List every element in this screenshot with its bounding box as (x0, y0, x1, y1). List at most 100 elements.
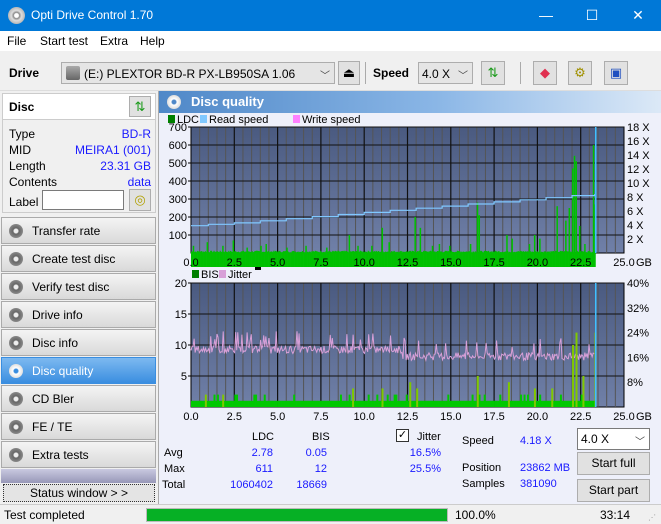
bis-bar (291, 400, 294, 407)
bis-bar (376, 394, 379, 407)
bis-bar (213, 394, 216, 407)
bis-bar (386, 394, 389, 407)
test-speed-select[interactable]: 4.0 X ﹀ (577, 428, 650, 450)
disc-label-button[interactable]: ◎ (129, 189, 151, 211)
bis-bar (267, 400, 270, 407)
bis-bar (215, 400, 218, 407)
bis-bar (277, 400, 280, 407)
bis-bar (262, 400, 265, 407)
bis-bar (561, 400, 564, 407)
nav-extra-tests[interactable]: Extra tests (1, 441, 156, 468)
bis-bar (558, 400, 561, 407)
x-tick-label: 2.5 (227, 411, 242, 423)
bis-bar (199, 400, 202, 407)
eraser-icon: ◆ (540, 65, 550, 80)
nav-drive-info[interactable]: Drive info (1, 301, 156, 328)
status-window-button[interactable]: Status window > > (3, 484, 155, 502)
stats-max-label: Max (164, 463, 185, 475)
bis-spike (352, 388, 355, 407)
y-tick-label: 200 (169, 212, 187, 224)
save-button[interactable]: ▣ (604, 61, 628, 85)
erase-button[interactable]: ◆ (533, 61, 557, 85)
start-full-button[interactable]: Start full (577, 452, 650, 475)
bis-bar (294, 400, 297, 407)
bis-bar (365, 400, 368, 407)
y-right-tick-label: 32% (627, 303, 649, 315)
bis-bar (544, 400, 547, 407)
nav-fe-te[interactable]: FE / TE (1, 413, 156, 440)
ldc-spike (572, 168, 574, 253)
position-label: Position (462, 462, 502, 474)
bis-bar (350, 400, 353, 407)
bis-bar (532, 400, 535, 407)
bis-bar (194, 400, 197, 407)
disc-label-input[interactable] (42, 190, 124, 210)
bis-bar (419, 400, 422, 407)
drive-select[interactable]: (E:) PLEXTOR BD-R PX-LB950SA 1.06 ﹀ (61, 62, 335, 84)
bis-bar (210, 400, 213, 407)
progress-bar (146, 508, 448, 522)
progress-text: 100.0% (455, 508, 496, 522)
bis-bar (305, 400, 308, 407)
y-tick-label: 100 (169, 230, 187, 242)
x-tick-label: 17.5 (483, 257, 504, 269)
bis-bar (542, 400, 545, 407)
bis-bar (497, 400, 500, 407)
start-part-button[interactable]: Start part (577, 479, 650, 502)
nav-disc-info[interactable]: Disc info (1, 329, 156, 356)
chevron-down-icon: ﹀ (635, 437, 645, 448)
bis-bar (197, 400, 200, 407)
status-bar: Test completed 100.0% 33:14 ⋰ (0, 504, 661, 524)
nav-create-test-disc[interactable]: Create test disc (1, 245, 156, 272)
bis-bar (549, 400, 552, 407)
menu-help[interactable]: Help (140, 34, 165, 48)
menu-file[interactable]: File (7, 34, 26, 48)
speed-select[interactable]: 4.0 X ﹀ (418, 62, 473, 84)
menu-start-test[interactable]: Start test (40, 34, 88, 48)
bis-bar (480, 400, 483, 407)
resize-grip-icon[interactable]: ⋰ (648, 513, 656, 522)
bis-bar (201, 400, 204, 407)
menu-extra[interactable]: Extra (100, 34, 128, 48)
bis-bar (481, 400, 484, 407)
ldc-spike (419, 227, 422, 253)
jitter-checkbox[interactable]: ✓ (396, 429, 409, 442)
stats-max-ldc: 611 (255, 463, 273, 475)
chevron-down-icon: ﹀ (320, 71, 330, 82)
nav-transfer-rate[interactable]: Transfer rate (1, 217, 156, 244)
close-button[interactable]: ✕ (615, 0, 661, 31)
disc-refresh-button[interactable]: ⇅ (129, 96, 151, 117)
test-speed-value: 4.0 X (581, 432, 610, 446)
maximize-button[interactable]: ☐ (569, 0, 615, 31)
nav-cd-bler[interactable]: CD Bler (1, 385, 156, 412)
bis-bar (196, 400, 199, 407)
bis-bar (516, 400, 519, 407)
bis-bar (431, 400, 434, 407)
nav-disc-quality[interactable]: Disc quality (1, 357, 156, 384)
refresh-arrows-icon: ⇅ (487, 65, 499, 80)
ldc-spike (469, 244, 472, 253)
eject-button[interactable]: ⏏ (338, 61, 360, 85)
bis-bar (367, 394, 370, 407)
bis-bar (570, 400, 573, 407)
bis-bar (405, 394, 408, 407)
y-right-tick-label: 24% (627, 328, 649, 340)
x-tick-label: 10.0 (353, 257, 374, 269)
minimize-button[interactable]: — (523, 0, 569, 31)
bis-bar (469, 400, 472, 407)
bis-bar (483, 394, 486, 407)
x-tick-label: 5.0 (270, 411, 285, 423)
ldc-spike (371, 245, 373, 253)
nav-verify-test-disc[interactable]: Verify test disc (1, 273, 156, 300)
bis-bar (203, 400, 206, 407)
bis-bar (329, 400, 332, 407)
disc-icon (9, 308, 23, 322)
settings-button[interactable]: ⚙ (568, 61, 592, 85)
bis-bar (407, 400, 410, 407)
stats-avg-label: Avg (164, 447, 183, 459)
bis-bar (523, 394, 526, 407)
ldc-spike (357, 245, 359, 253)
bis-bar (281, 400, 284, 407)
ldc-spike (511, 238, 513, 253)
refresh-button[interactable]: ⇅ (481, 61, 505, 85)
